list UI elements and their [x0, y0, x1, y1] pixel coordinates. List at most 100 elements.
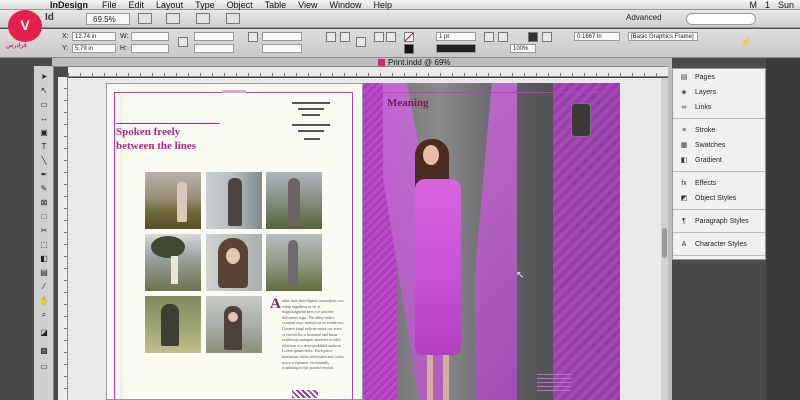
stroke-type-select[interactable] — [436, 44, 476, 53]
pencil-tool-icon[interactable]: ✎ — [38, 184, 50, 194]
direct-select-icon[interactable] — [356, 37, 366, 47]
line-tool-icon[interactable]: ╲ — [38, 156, 50, 166]
view-mode-icon[interactable]: ▭ — [38, 362, 50, 372]
flip-horizontal-icon[interactable] — [340, 32, 350, 42]
opacity-field[interactable]: 100% — [510, 44, 536, 53]
text-wrap-icon[interactable] — [528, 32, 538, 42]
wrap-around-icon[interactable] — [542, 32, 552, 42]
content-collector-icon[interactable]: ▣ — [38, 128, 50, 138]
direct-selection-tool-icon[interactable]: ↖ — [38, 86, 50, 96]
photo-thumbnail[interactable] — [145, 234, 201, 291]
rotate-90-icon[interactable] — [326, 32, 336, 42]
stroke-weight-field[interactable]: 1 pt — [436, 32, 476, 41]
menu-object[interactable]: Object — [227, 0, 253, 10]
effects-icon[interactable] — [484, 32, 494, 42]
search-field[interactable] — [686, 13, 756, 25]
lightning-icon[interactable]: ⚡ — [740, 37, 751, 47]
panel-effects[interactable]: fx Effects — [673, 177, 765, 190]
frame-handle[interactable] — [222, 90, 246, 93]
drop-shadow-icon[interactable] — [498, 32, 508, 42]
menu-view[interactable]: View — [298, 0, 317, 10]
shear-field[interactable] — [262, 44, 302, 53]
panel-paragraph-styles[interactable]: ¶ Paragraph Styles — [673, 215, 765, 228]
panel-separator — [673, 118, 765, 119]
note-tool-icon[interactable]: ▤ — [38, 268, 50, 278]
layers-icon: ◈ — [681, 89, 687, 96]
document-tab[interactable]: Print.indd @ 69% — [378, 58, 450, 67]
photo-thumbnail[interactable] — [266, 234, 322, 291]
zoom-tool-icon[interactable]: ⌕ — [38, 310, 50, 320]
free-transform-tool-icon[interactable]: ⬚ — [38, 240, 50, 250]
zoom-level-field[interactable]: 69.5% — [86, 13, 130, 25]
scale-x-field[interactable] — [194, 32, 234, 41]
pen-tool-icon[interactable]: ✒ — [38, 170, 50, 180]
arrange-documents-icon[interactable] — [196, 13, 210, 24]
scissors-tool-icon[interactable]: ✂ — [38, 226, 50, 236]
stroke-swatch-icon[interactable] — [404, 44, 414, 54]
status-item-m[interactable]: M — [749, 0, 757, 10]
panel-dock: ▤ Pages ◈ Layers ∞ Links ≡ Stroke ▦ Swatches ◧ Grad… — [672, 68, 766, 260]
photo-thumbnail[interactable] — [206, 296, 262, 353]
w-field[interactable] — [131, 32, 169, 41]
screen-mode-icon[interactable] — [166, 13, 180, 24]
app-menu[interactable]: InDesign — [50, 0, 88, 10]
select-container-icon[interactable] — [374, 32, 384, 42]
reference-point-icon[interactable] — [248, 32, 258, 42]
gap-tool-icon[interactable]: ↔ — [38, 114, 50, 124]
fill-stroke-icon[interactable]: ◪ — [38, 328, 50, 338]
menu-help[interactable]: Help — [374, 0, 393, 10]
menu-window[interactable]: Window — [329, 0, 361, 10]
photo-thumbnail[interactable] — [266, 172, 322, 229]
panel-links[interactable]: ∞ Links — [673, 101, 765, 114]
scroll-thumb[interactable] — [662, 228, 667, 258]
menu-edit[interactable]: Edit — [129, 0, 145, 10]
panel-swatches[interactable]: ▦ Swatches — [673, 139, 765, 152]
body-text-frame[interactable]: ndae dunt dem digenit ommolpest recs vol… — [270, 298, 344, 371]
menu-file[interactable]: File — [102, 0, 117, 10]
horizontal-ruler[interactable] — [68, 67, 668, 77]
page-tool-icon[interactable]: ▭ — [38, 100, 50, 110]
bridge-icon[interactable] — [226, 13, 240, 24]
panel-object-styles[interactable]: ◩ Object Styles — [673, 192, 765, 205]
hand-tool-icon[interactable]: ✋ — [38, 296, 50, 306]
corner-size-field[interactable]: 0.1667 in — [574, 32, 620, 41]
panel-gradient[interactable]: ◧ Gradient — [673, 154, 765, 167]
photo-thumbnail[interactable] — [206, 172, 262, 229]
rotation-field[interactable] — [262, 32, 302, 41]
panel-layers[interactable]: ◈ Layers — [673, 86, 765, 99]
right-page[interactable] — [363, 83, 620, 400]
select-content-icon[interactable] — [386, 32, 396, 42]
panel-pages[interactable]: ▤ Pages — [673, 71, 765, 84]
menu-layout[interactable]: Layout — [156, 0, 183, 10]
gradient-tool-icon[interactable]: ◧ — [38, 254, 50, 264]
vertical-scrollbar[interactable] — [661, 78, 668, 400]
vertical-ruler[interactable] — [58, 77, 68, 400]
panel-character-styles[interactable]: A Character Styles — [673, 238, 765, 251]
rectangle-frame-tool-icon[interactable]: ⊠ — [38, 198, 50, 208]
scale-y-field[interactable] — [194, 44, 234, 53]
status-item-1[interactable]: 1 — [765, 0, 770, 10]
h-field[interactable] — [131, 44, 169, 53]
selection-tool-icon[interactable]: ➤ — [38, 72, 50, 82]
panel-label: Stroke — [695, 127, 716, 134]
margin-guide — [352, 92, 353, 400]
rectangle-tool-icon[interactable]: □ — [38, 212, 50, 222]
photo-thumbnail[interactable] — [206, 234, 262, 291]
object-style-select[interactable]: [Basic Graphics Frame] — [628, 32, 698, 41]
menu-table[interactable]: Table — [265, 0, 287, 10]
formatting-affects-icon[interactable]: ▩ — [38, 346, 50, 356]
workspace-switcher[interactable]: Advanced — [626, 13, 662, 22]
photo-thumbnail[interactable] — [145, 172, 201, 229]
type-tool-icon[interactable]: T — [38, 142, 50, 152]
eyedropper-tool-icon[interactable]: ⁄ — [38, 282, 50, 292]
panel-stroke[interactable]: ≡ Stroke — [673, 124, 765, 137]
photo-thumbnail[interactable] — [145, 296, 201, 353]
y-field[interactable]: 5.79 in — [72, 44, 116, 53]
x-field[interactable]: 12.74 in — [72, 32, 116, 41]
headline-text-frame[interactable]: Spoken freely between the lines — [116, 125, 226, 153]
fill-swatch-icon[interactable] — [404, 32, 414, 42]
constrain-proportions-icon[interactable] — [178, 37, 188, 47]
menu-type[interactable]: Type — [195, 0, 215, 10]
right-page-title[interactable]: Meaning — [387, 97, 429, 109]
view-options-icon[interactable] — [138, 13, 152, 24]
